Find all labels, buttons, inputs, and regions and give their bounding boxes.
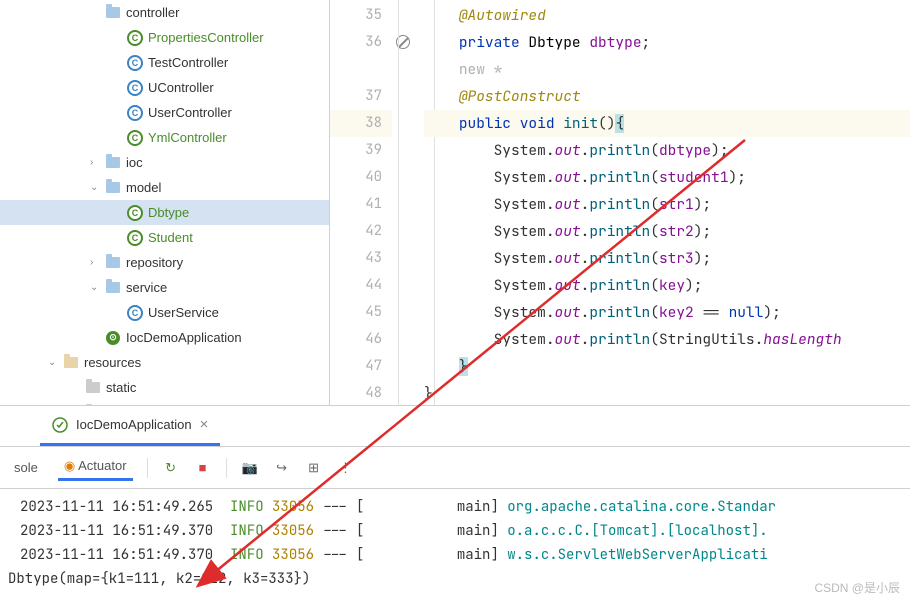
class-icon: C <box>126 305 144 321</box>
folder-icon <box>84 382 102 393</box>
tree-app-main[interactable]: ⊙IocDemoApplication <box>0 325 329 350</box>
output-line: Dbtype(map={k1=111, k2=222, k3=333}) <box>8 567 898 591</box>
export-icon[interactable]: ↪ <box>273 459 291 477</box>
stop-icon[interactable]: ■ <box>194 459 212 477</box>
tree-class-testcontroller[interactable]: CTestController <box>0 50 329 75</box>
code-content[interactable]: @Autowired private Dbtype dbtype; new * … <box>392 0 910 405</box>
tree-folder-templates[interactable]: templates <box>0 400 329 405</box>
folder-icon <box>62 357 80 368</box>
tree-class-propertiescontroller[interactable]: CPropertiesController <box>0 25 329 50</box>
folder-icon <box>104 182 122 193</box>
code-line[interactable]: } <box>424 353 910 380</box>
folder-icon <box>104 7 122 18</box>
class-icon: C <box>126 130 144 146</box>
class-icon: C <box>126 80 144 96</box>
log-line: 2023-11-11 16:51:49.370 INFO 33056 --- [… <box>20 519 898 543</box>
tree-folder-repository[interactable]: ›repository <box>0 250 329 275</box>
code-line[interactable]: } <box>424 380 910 405</box>
line-gutter: 35 36 37 38 39 40 41 42 43 44 45 46 47 4… <box>330 0 392 405</box>
folder-icon <box>104 282 122 293</box>
tree-folder-model[interactable]: ⌄model <box>0 175 329 200</box>
tree-class-student[interactable]: CStudent <box>0 225 329 250</box>
run-tab-iocdemo[interactable]: IocDemoApplication × <box>40 406 220 446</box>
tree-folder-static[interactable]: static <box>0 375 329 400</box>
code-line[interactable]: System.out.println(key); <box>424 272 910 299</box>
code-line[interactable]: System.out.println(str3); <box>424 245 910 272</box>
tree-folder-service[interactable]: ⌄service <box>0 275 329 300</box>
tree-class-userservice[interactable]: CUserService <box>0 300 329 325</box>
chevron-right-icon[interactable]: › <box>90 257 104 268</box>
folder-icon <box>104 257 122 268</box>
class-icon: C <box>126 30 144 46</box>
code-line[interactable]: @PostConstruct <box>424 83 910 110</box>
code-line[interactable]: System.out.println(student1); <box>424 164 910 191</box>
run-tab-label: IocDemoApplication <box>76 417 192 432</box>
tree-class-dbtype[interactable]: CDbtype <box>0 200 329 225</box>
actuator-tab[interactable]: ◉ Actuator <box>58 454 133 481</box>
code-line[interactable]: System.out.println(StringUtils.hasLength <box>424 326 910 353</box>
class-icon: C <box>126 205 144 221</box>
folder-icon <box>104 157 122 168</box>
log-line: 2023-11-11 16:51:49.265 INFO 33056 --- [… <box>20 495 898 519</box>
log-line: 2023-11-11 16:51:49.370 INFO 33056 --- [… <box>20 543 898 567</box>
tree-class-ucontroller[interactable]: CUController <box>0 75 329 100</box>
layout-icon[interactable]: ⊞ <box>305 459 323 477</box>
code-line[interactable]: System.out.println(dbtype); <box>424 137 910 164</box>
console-output[interactable]: 2023-11-11 16:51:49.265 INFO 33056 --- [… <box>0 489 910 597</box>
tree-class-ymlcontroller[interactable]: CYmlController <box>0 125 329 150</box>
code-line[interactable]: @Autowired <box>424 2 910 29</box>
camera-icon[interactable]: 📷 <box>241 459 259 477</box>
spring-run-icon <box>52 417 68 433</box>
code-line[interactable]: System.out.println(str2); <box>424 218 910 245</box>
chevron-down-icon[interactable]: ⌄ <box>90 182 104 193</box>
chevron-down-icon[interactable]: ⌄ <box>48 357 62 368</box>
code-line[interactable]: private Dbtype dbtype; <box>424 29 910 56</box>
rerun-icon[interactable]: ↻ <box>162 459 180 477</box>
class-icon: C <box>126 55 144 71</box>
console-tab[interactable]: sole <box>8 456 44 479</box>
class-icon: C <box>126 230 144 246</box>
code-line-hint: new * <box>424 56 910 83</box>
tree-folder-controller[interactable]: controller <box>0 0 329 25</box>
code-editor[interactable]: 35 36 37 38 39 40 41 42 43 44 45 46 47 4… <box>330 0 910 405</box>
tree-folder-ioc[interactable]: ›ioc <box>0 150 329 175</box>
more-icon[interactable]: ⋮ <box>337 459 355 477</box>
code-line[interactable]: System.out.println(key2 == null); <box>424 299 910 326</box>
springboot-icon: ⊙ <box>104 331 122 345</box>
tree-folder-resources[interactable]: ⌄resources <box>0 350 329 375</box>
chevron-right-icon[interactable]: › <box>90 157 104 168</box>
watermark: CSDN @是小辰 <box>814 579 900 596</box>
console-toolbar: sole ◉ Actuator ↻ ■ 📷 ↪ ⊞ ⋮ <box>0 447 910 489</box>
tree-class-usercontroller[interactable]: CUserController <box>0 100 329 125</box>
chevron-down-icon[interactable]: ⌄ <box>90 282 104 293</box>
run-tab-bar: IocDemoApplication × <box>0 405 910 447</box>
code-line[interactable]: System.out.println(str1); <box>424 191 910 218</box>
class-icon: C <box>126 105 144 121</box>
project-tree[interactable]: controller CPropertiesController CTestCo… <box>0 0 330 405</box>
close-icon[interactable]: × <box>200 416 209 433</box>
code-line-current[interactable]: public void init(){ <box>424 110 910 137</box>
